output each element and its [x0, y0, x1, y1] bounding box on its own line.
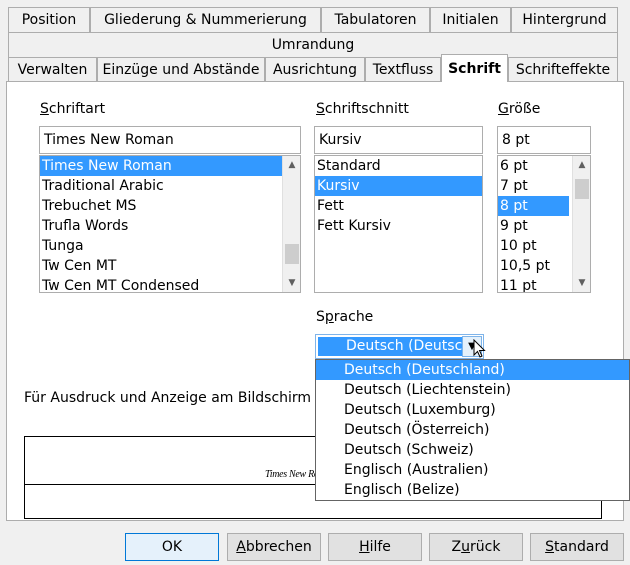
back-button[interactable]: Zu rück: [429, 533, 523, 561]
language-option[interactable]: Deutsch (Deutschland): [316, 360, 629, 380]
cancel-button[interactable]: Abbrechen: [227, 533, 321, 561]
tab-schrifteffekte[interactable]: Schrifteffekte: [508, 57, 618, 82]
tab-textfluss[interactable]: Textfluss: [365, 57, 441, 82]
scroll-thumb[interactable]: [285, 244, 299, 264]
list-item[interactable]: Tunga: [40, 236, 300, 256]
scroll-thumb[interactable]: [575, 179, 589, 199]
scroll-down-icon[interactable]: ▼: [573, 274, 590, 292]
font-label: Schriftart: [40, 101, 106, 117]
font-scrollbar[interactable]: ▲ ▼: [282, 156, 300, 292]
language-option[interactable]: Englisch (Australien): [316, 460, 629, 480]
style-label: Schriftschnitt: [316, 101, 409, 117]
font-input[interactable]: Times New Roman: [39, 126, 301, 154]
list-item[interactable]: Fett Kursiv: [315, 216, 482, 236]
mouse-cursor-icon: [473, 339, 486, 358]
ok-button[interactable]: OK: [125, 533, 219, 561]
scroll-up-icon[interactable]: ▲: [573, 156, 590, 174]
list-item[interactable]: Fett: [315, 196, 482, 216]
language-option[interactable]: Deutsch (Liechtenstein): [316, 380, 629, 400]
list-item[interactable]: 8 pt: [498, 196, 569, 216]
tab-initialen[interactable]: Initialen: [430, 7, 511, 32]
tab-position[interactable]: Position: [8, 7, 90, 32]
tab-gliederung-nummerierung[interactable]: Gliederung & Nummerierung: [90, 7, 321, 32]
size-scrollbar[interactable]: ▲ ▼: [572, 156, 590, 292]
list-item[interactable]: Times New Roman: [40, 156, 300, 176]
tab-schrift[interactable]: Schrift: [441, 54, 508, 82]
language-option[interactable]: Deutsch (Luxemburg): [316, 400, 629, 420]
size-label: Größe: [498, 101, 541, 117]
help-button[interactable]: Hilfe: [328, 533, 422, 561]
tab-tabulatoren[interactable]: Tabulatoren: [321, 7, 430, 32]
list-item[interactable]: Tw Cen MT Condensed: [40, 276, 300, 292]
language-select[interactable]: Deutsch (Deutschland) ▼: [315, 334, 484, 359]
list-item[interactable]: Trebuchet MS: [40, 196, 300, 216]
list-item[interactable]: Trufla Words: [40, 216, 300, 236]
tab-hintergrund[interactable]: Hintergrund: [511, 7, 618, 32]
list-item[interactable]: Tw Cen MT: [40, 256, 300, 276]
font-list[interactable]: Times New Roman Traditional Arabic Trebu…: [39, 155, 301, 293]
scroll-down-icon[interactable]: ▼: [283, 274, 300, 292]
language-select-value: Deutsch (Deutschland): [318, 337, 463, 356]
tab-verwalten[interactable]: Verwalten: [8, 57, 97, 82]
info-text: Für Ausdruck und Anzeige am Bildschirm w…: [24, 390, 331, 406]
list-item[interactable]: Standard: [315, 156, 482, 176]
tab-umrandung[interactable]: Umrandung: [8, 32, 618, 57]
standard-button[interactable]: Standard: [530, 533, 624, 561]
list-item[interactable]: Kursiv: [315, 176, 482, 196]
language-option[interactable]: Deutsch (Schweiz): [316, 440, 629, 460]
list-item[interactable]: Traditional Arabic: [40, 176, 300, 196]
tab-einzuege-abstaende[interactable]: Einzüge und Abstände: [97, 57, 265, 82]
language-label: Sprache: [316, 309, 374, 325]
style-list[interactable]: Standard Kursiv Fett Fett Kursiv: [314, 155, 483, 293]
language-option[interactable]: Englisch (Belize): [316, 480, 629, 500]
scroll-up-icon[interactable]: ▲: [283, 156, 300, 174]
size-list[interactable]: 6 pt 7 pt 8 pt 9 pt 10 pt 10,5 pt 11 pt …: [497, 155, 591, 293]
language-option[interactable]: Deutsch (Österreich): [316, 420, 629, 440]
language-dropdown-list[interactable]: Deutsch (Deutschland) Deutsch (Liechtens…: [315, 359, 630, 501]
size-input[interactable]: 8 pt: [497, 126, 591, 154]
tab-ausrichtung[interactable]: Ausrichtung: [265, 57, 365, 82]
style-input[interactable]: Kursiv: [314, 126, 483, 154]
font-dialog: { "tabs_row1": ["Position", "Gliederung …: [0, 0, 630, 565]
